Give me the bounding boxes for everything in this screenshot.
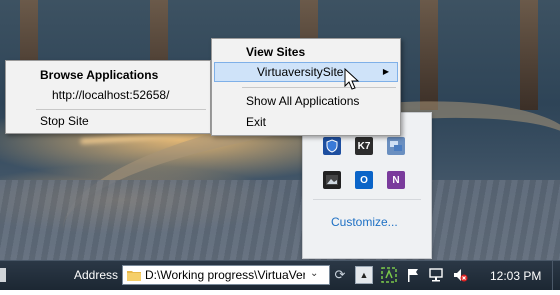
network-share-icon[interactable] [387,137,405,155]
exit-item[interactable]: Exit [214,112,398,132]
submenu-arrow-icon: ▶ [382,67,389,76]
overflow-divider [313,199,421,200]
menu-separator [242,87,396,88]
address-value: D:\Working progress\VirtuaVer [145,268,305,282]
outlook-icon[interactable]: O [355,171,373,189]
photo-icon[interactable] [323,171,341,189]
onenote-icon[interactable]: N [387,171,405,189]
refresh-icon[interactable]: ⟳ [332,267,348,283]
folder-icon [127,271,141,281]
k7-icon[interactable]: K7 [355,137,373,155]
show-hidden-icons-button[interactable]: ▲ [355,266,373,284]
view-sites-header: View Sites [246,45,306,59]
system-context-menu: View Sites VirtuaversitySite ▶ Show All … [211,38,401,136]
taskbar: Address D:\Working progress\VirtuaVer ⌄ … [0,260,560,290]
taskbar-clock[interactable]: 12:03 PM [490,269,541,283]
site-submenu: Browse Applications http://localhost:526… [5,60,211,134]
menu-separator [36,109,206,110]
stop-site-item[interactable]: Stop Site [8,111,208,131]
show-all-applications-item[interactable]: Show All Applications [214,91,398,111]
taskbar-left-button[interactable] [0,268,6,282]
wallpaper-post [420,0,438,110]
shield-icon[interactable] [323,137,341,155]
virtuaversity-site-label: VirtuaversitySite [257,65,344,79]
virtuaversity-site-item[interactable]: VirtuaversitySite ▶ [214,62,398,82]
wallpaper-deck [0,180,560,260]
address-toolbar-input[interactable]: D:\Working progress\VirtuaVer ⌄ [122,265,330,285]
show-desktop-button[interactable] [552,261,560,290]
browse-applications-header: Browse Applications [40,68,159,82]
wallpaper-post [520,0,538,110]
iis-express-icon[interactable] [381,267,397,283]
action-center-flag-icon[interactable] [405,267,421,283]
chevron-down-icon[interactable]: ⌄ [310,268,318,279]
mouse-cursor-icon [344,68,360,90]
network-icon[interactable] [428,267,444,283]
customize-link[interactable]: Customize... [331,215,398,229]
address-label: Address [74,268,119,282]
site-url-item[interactable]: http://localhost:52658/ [8,85,208,105]
speaker-muted-icon[interactable] [452,267,468,283]
